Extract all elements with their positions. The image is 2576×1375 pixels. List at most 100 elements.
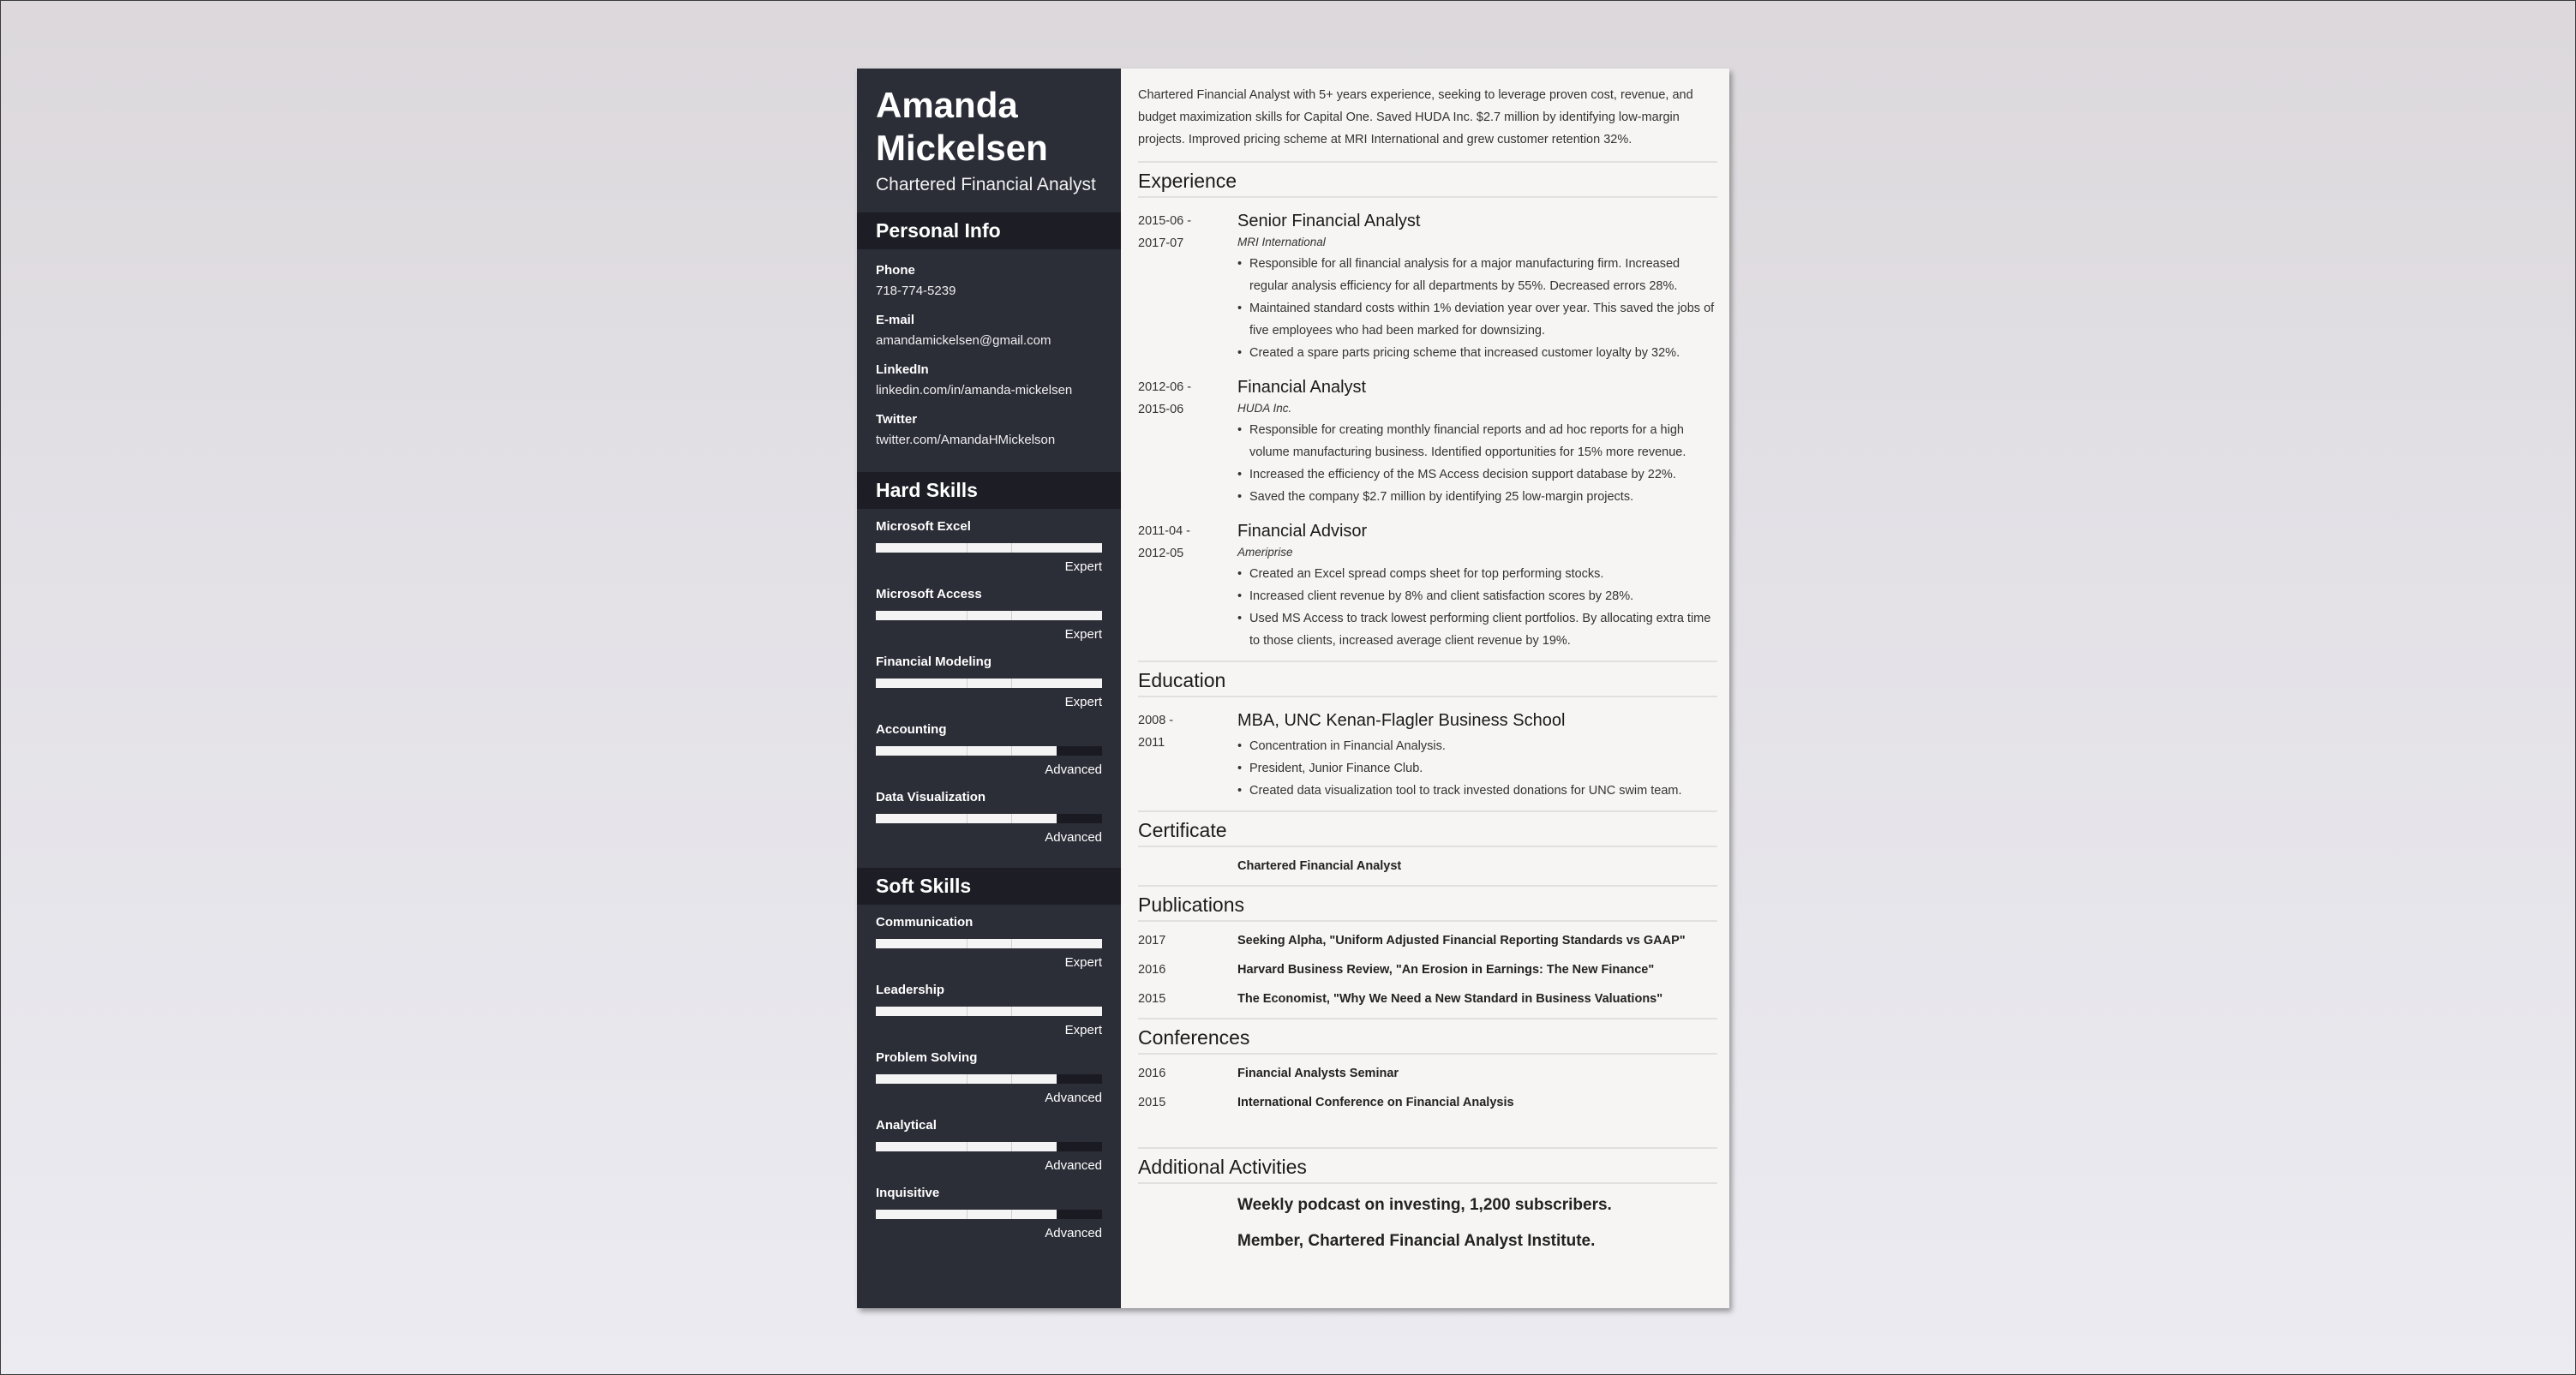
publication-item: 2016 Harvard Business Review, "An Erosio…: [1138, 960, 1717, 980]
education-entry: 2008 - 2011 MBA, UNC Kenan-Flagler Busin…: [1138, 709, 1717, 802]
education-section: 2008 - 2011 MBA, UNC Kenan-Flagler Busin…: [1138, 709, 1717, 812]
conference-name: Financial Analysts Seminar: [1237, 1067, 1399, 1080]
entry-dates: 2011-04 - 2012-05: [1138, 520, 1237, 652]
skill-name: Microsoft Excel: [876, 519, 971, 534]
publication-item: 2015 The Economist, "Why We Need a New S…: [1138, 989, 1717, 1009]
skill-name: Leadership: [876, 983, 945, 997]
certificate-name: Chartered Financial Analyst: [1237, 859, 1402, 873]
bullet-list: Concentration in Financial Analysis. Pre…: [1237, 735, 1717, 802]
bullet-item: Responsible for creating monthly financi…: [1237, 419, 1717, 463]
conference-item: 2015 International Conference on Financi…: [1138, 1092, 1717, 1113]
skill-bar-divider: [1011, 1142, 1013, 1151]
skill-level-bar: [876, 1007, 1102, 1016]
skill-item: Microsoft Access Expert: [876, 585, 1102, 644]
entry-dates: 2008 - 2011: [1138, 709, 1237, 802]
skill-level-label: Expert: [1064, 955, 1102, 970]
skill-item: Communication Expert: [876, 913, 1102, 972]
company-name: Ameriprise: [1237, 546, 1293, 559]
info-item-phone: Phone 718-774-5239: [876, 261, 1102, 302]
job-title: Financial Analyst: [1237, 378, 1367, 397]
skill-level-label: Advanced: [1045, 1226, 1102, 1240]
skill-bar-divider: [1011, 1074, 1013, 1084]
bullet-item: Saved the company $2.7 million by identi…: [1237, 486, 1717, 508]
skill-level-label: Advanced: [1045, 830, 1102, 845]
skill-level-label: Advanced: [1045, 762, 1102, 777]
entry-dates: 2015-06 - 2017-07: [1138, 210, 1237, 364]
skill-bar-divider: [1011, 746, 1013, 756]
bullet-item: Concentration in Financial Analysis.: [1237, 735, 1717, 757]
skill-name: Data Visualization: [876, 790, 986, 804]
date-end: 2011: [1138, 736, 1165, 750]
info-item-twitter: Twitter twitter.com/AmandaHMickelson: [876, 410, 1102, 451]
skill-name: Communication: [876, 915, 973, 930]
skill-item: Data Visualization Advanced: [876, 788, 1102, 847]
publications-heading: Publications: [1138, 887, 1717, 922]
skill-bar-divider: [1011, 939, 1013, 948]
entry-body: Financial Analyst HUDA Inc. Responsible …: [1237, 376, 1717, 508]
conferences-heading: Conferences: [1138, 1019, 1717, 1055]
publications-section: 2017 Seeking Alpha, "Uniform Adjusted Fi…: [1138, 930, 1717, 1019]
entry-body: Financial Advisor Ameriprise Created an …: [1237, 520, 1717, 652]
certificate-section: Chartered Financial Analyst: [1138, 856, 1717, 887]
twitter-link[interactable]: twitter.com/AmandaHMickelson: [876, 429, 1102, 451]
skill-item: Microsoft Excel Expert: [876, 517, 1102, 577]
bullet-item: Used MS Access to track lowest performin…: [1237, 607, 1717, 652]
activity-item: Member, Chartered Financial Analyst Inst…: [1237, 1232, 1596, 1250]
publication-year: 2016: [1138, 963, 1166, 977]
info-label: LinkedIn: [876, 362, 929, 377]
skill-name: Problem Solving: [876, 1050, 978, 1065]
bullet-item: President, Junior Finance Club.: [1237, 757, 1717, 780]
skill-bar-divider: [1011, 679, 1013, 688]
date-end: 2015-06: [1138, 403, 1184, 416]
skill-level-label: Advanced: [1045, 1158, 1102, 1173]
skill-name: Microsoft Access: [876, 587, 982, 601]
skill-level-bar: [876, 939, 1102, 948]
experience-entry: 2015-06 - 2017-07 Senior Financial Analy…: [1138, 210, 1717, 364]
experience-heading: Experience: [1138, 163, 1717, 198]
skill-level-bar: [876, 543, 1102, 553]
bullet-list: Responsible for all financial analysis f…: [1237, 253, 1717, 364]
skill-level-label: Expert: [1064, 559, 1102, 574]
phone-value: 718-774-5239: [876, 284, 956, 298]
date-end: 2012-05: [1138, 547, 1184, 560]
skill-name: Analytical: [876, 1118, 937, 1133]
experience-entry: 2011-04 - 2012-05 Financial Advisor Amer…: [1138, 520, 1717, 652]
skill-level-label: Expert: [1064, 695, 1102, 709]
conference-item: 2016 Financial Analysts Seminar: [1138, 1063, 1717, 1084]
conference-year: 2016: [1138, 1067, 1166, 1080]
job-title: Financial Advisor: [1237, 522, 1368, 541]
profile-summary: Chartered Financial Analyst with 5+ year…: [1138, 69, 1717, 163]
skill-level-fill: [876, 939, 1102, 948]
skill-level-label: Expert: [1064, 1023, 1102, 1037]
bullet-item: Responsible for all financial analysis f…: [1237, 253, 1717, 297]
skill-level-bar: [876, 679, 1102, 688]
publication-item: 2017 Seeking Alpha, "Uniform Adjusted Fi…: [1138, 930, 1717, 951]
info-label: Phone: [876, 263, 915, 278]
publication-title: Harvard Business Review, "An Erosion in …: [1237, 963, 1655, 977]
publication-year: 2017: [1138, 934, 1166, 948]
skill-level-bar: [876, 746, 1102, 756]
hard-skills-list: Microsoft Excel Expert Microsoft Access Exp…: [857, 509, 1121, 868]
info-item-email: E-mail amandamickelsen@gmail.com: [876, 311, 1102, 352]
info-label: Twitter: [876, 412, 918, 427]
company-name: MRI International: [1237, 236, 1326, 248]
activities-heading: Additional Activities: [1138, 1149, 1717, 1184]
info-item-linkedin: LinkedIn linkedin.com/in/amanda-mickelse…: [876, 361, 1102, 402]
skill-bar-divider: [1011, 611, 1013, 620]
bullet-item: Maintained standard costs within 1% devi…: [1237, 297, 1717, 342]
skill-name: Financial Modeling: [876, 655, 992, 669]
date-start: 2011-04 -: [1138, 524, 1190, 538]
company-name: HUDA Inc.: [1237, 402, 1292, 415]
linkedin-link[interactable]: linkedin.com/in/amanda-mickelsen: [876, 380, 1102, 402]
bullet-list: Responsible for creating monthly financi…: [1237, 419, 1717, 508]
email-link[interactable]: amandamickelsen@gmail.com: [876, 330, 1102, 352]
personal-info-list: Phone 718-774-5239 E-mail amandamickelse…: [857, 249, 1121, 472]
entry-body: Senior Financial Analyst MRI Internation…: [1237, 210, 1717, 364]
experience-section: 2015-06 - 2017-07 Senior Financial Analy…: [1138, 210, 1717, 662]
resume-main: Chartered Financial Analyst with 5+ year…: [1121, 69, 1729, 1308]
skill-level-fill: [876, 1007, 1102, 1016]
skill-level-label: Expert: [1064, 627, 1102, 642]
bullet-item: Created data visualization tool to track…: [1237, 780, 1717, 802]
conference-name: International Conference on Financial An…: [1237, 1096, 1514, 1109]
skill-bar-divider: [1011, 543, 1013, 553]
